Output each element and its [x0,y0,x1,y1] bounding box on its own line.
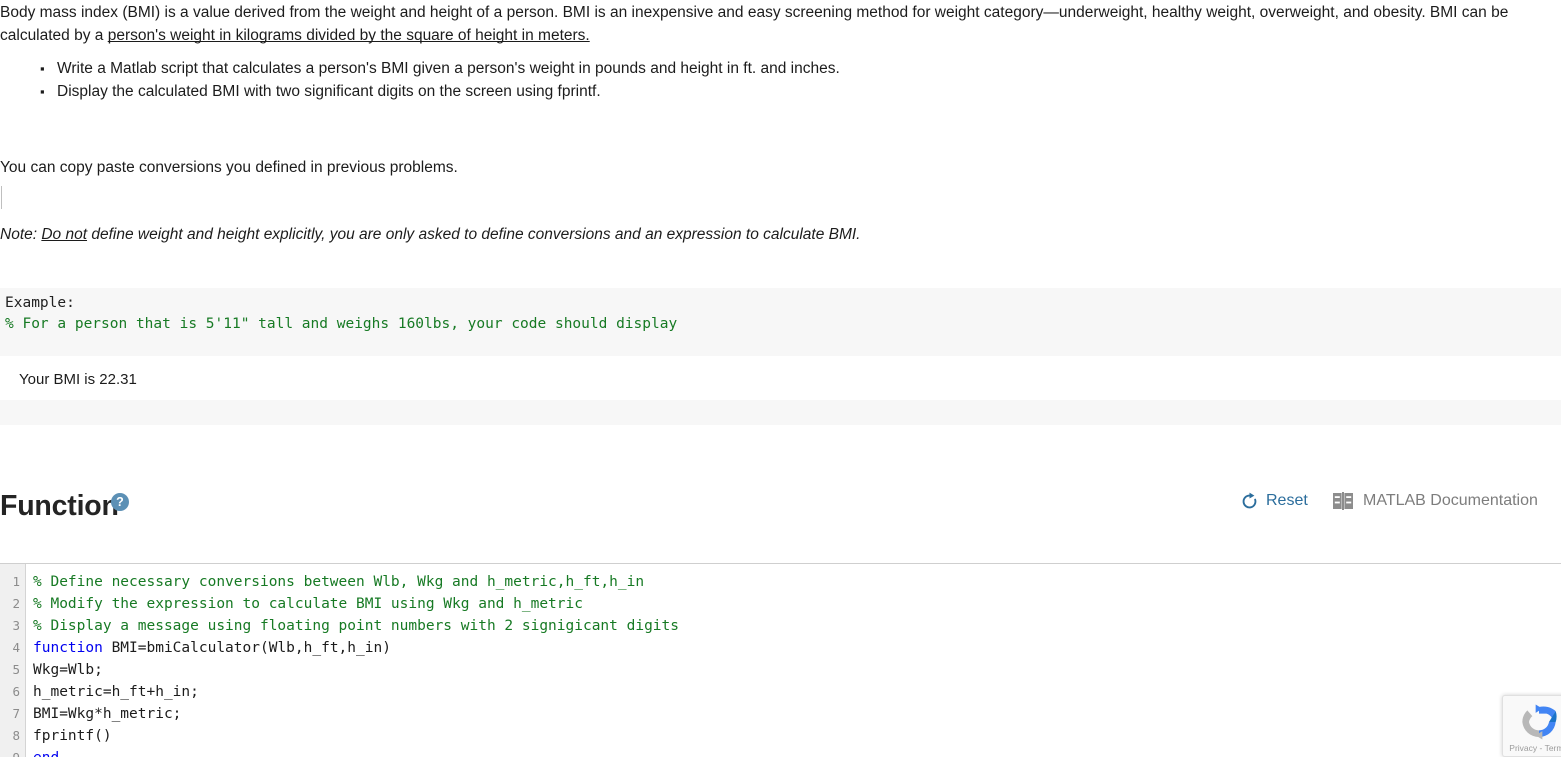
code-line: % Modify the expression to calculate BMI… [33,596,583,612]
line-number: 1 [12,574,20,589]
line-number: 7 [12,706,20,721]
open-book-icon [1333,492,1353,510]
text-caret [1,186,2,209]
example-code-block-continuation [0,400,1561,425]
code-keyword: end [33,750,59,757]
note-rest: define weight and height explicitly, you… [87,226,861,243]
recaptcha-logo-icon [1503,702,1561,742]
reset-button[interactable]: Reset [1240,490,1308,512]
bullet-square-icon: ▪ [40,61,45,76]
list-item: ▪ Display the calculated BMI with two si… [40,81,840,104]
line-number: 4 [12,640,20,655]
line-number: 9 [0,747,25,757]
code-line: end [33,747,1561,757]
line-number: 5 [12,662,20,677]
refresh-circular-arrow-icon [1240,492,1259,511]
code-line: fprintf() [33,728,112,744]
recaptcha-privacy-terms[interactable]: Privacy - Terms [1503,743,1561,753]
line-number: 8 [12,728,20,743]
copy-paste-note: You can copy paste conversions you defin… [0,159,458,176]
note-emphasis: Do not [41,226,88,243]
code-line: BMI=Wkg*h_metric; [33,706,182,722]
example-output-text: Your BMI is 22.31 [19,371,137,388]
line-number: 3 [12,618,20,633]
code-line: % Display a message using floating point… [33,618,680,634]
important-note: Note: Do not define weight and height ex… [0,224,860,246]
page-title: Function [0,490,119,522]
example-heading: Example: [5,295,75,311]
reset-label: Reset [1266,492,1308,509]
code-line: Wkg=Wlb; [33,662,103,678]
list-item: ▪ Write a Matlab script that calculates … [40,58,840,81]
editor-line-number-gutter: 1 2 3 4 5 6 7 8 9 [0,564,26,757]
line-number: 2 [12,596,20,611]
code-line: function BMI=bmiCalculator(Wlb,h_ft,h_in… [33,637,1561,659]
code-editor[interactable]: 1 2 3 4 5 6 7 8 9 % Define necessary con… [0,563,1561,757]
note-label: Note: [0,226,42,243]
problem-page: Body mass index (BMI) is a value derived… [0,0,1561,757]
recaptcha-badge[interactable]: Privacy - Terms [1502,695,1561,757]
code-text: BMI=bmiCalculator(Wlb,h_ft,h_in) [102,640,391,656]
problem-intro: Body mass index (BMI) is a value derived… [0,2,1552,47]
function-section-header: Function ? Reset MATLAB Documentation [0,487,1561,527]
matlab-documentation-label: MATLAB Documentation [1363,492,1538,509]
list-item-label: Write a Matlab script that calculates a … [57,60,840,77]
list-item-label: Display the calculated BMI with two sign… [57,82,601,100]
matlab-documentation-link[interactable]: MATLAB Documentation [1333,490,1538,512]
line-number: 6 [12,684,20,699]
intro-underlined-phrase: person's weight in kilograms divided by … [107,26,590,44]
example-comment-line: % For a person that is 5'11" tall and we… [5,316,678,332]
bullet-square-icon: ▪ [40,83,45,99]
example-code-block: Example: % For a person that is 5'11" ta… [0,288,1561,356]
code-keyword: function [33,640,103,656]
code-line: h_metric=h_ft+h_in; [33,684,199,700]
question-mark-icon[interactable]: ? [111,493,129,511]
requirements-list: ▪ Write a Matlab script that calculates … [0,58,840,104]
editor-code-area[interactable]: % Define necessary conversions between W… [26,564,1561,757]
code-line: % Define necessary conversions between W… [33,574,645,590]
